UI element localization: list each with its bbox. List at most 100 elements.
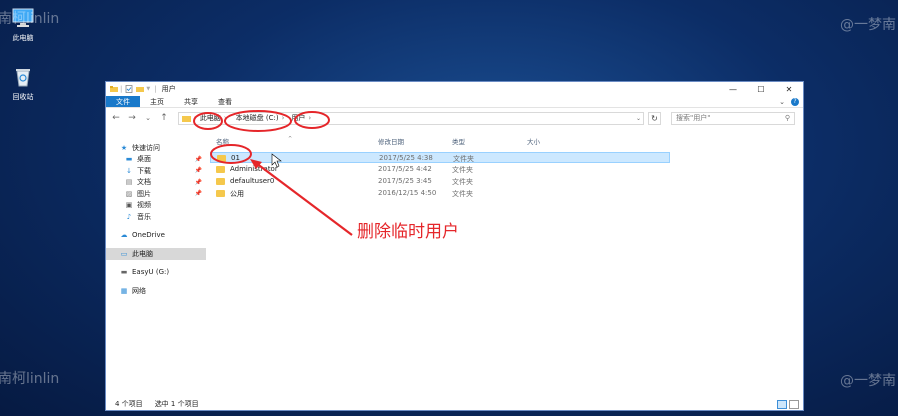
watermark: 南柯linlin <box>0 371 60 387</box>
file-date: 2017/5/25 3:45 <box>378 177 432 185</box>
file-type: 文件夹 <box>453 155 474 163</box>
computer-icon: ▭ <box>120 249 128 258</box>
breadcrumb-separator[interactable]: › <box>308 114 311 122</box>
pin-icon: 📌 <box>194 190 202 198</box>
navigation-bar: ← → ⌄ ↑ › 此电脑 › 本地磁盘 (C:) › 用户 › ⌄ ↻ 搜索"… <box>106 108 803 128</box>
file-list: ^ 名称 修改日期 类型 大小 01 2017/5/25 4:38 文件夹 Ad… <box>206 130 803 398</box>
watermark: @一梦南 <box>840 17 896 33</box>
recycle-bin-desktop-icon[interactable]: 回收站 <box>3 67 43 102</box>
annotation-text: 删除临时用户 <box>357 222 459 242</box>
ribbon-tabs: 文件 主页 共享 查看 ⌄ ? <box>106 96 803 108</box>
nav-onedrive[interactable]: ☁ OneDrive <box>106 230 206 242</box>
recent-locations-button[interactable]: ⌄ <box>142 114 154 122</box>
nav-pictures[interactable]: ▨ 图片 📌 <box>106 188 206 200</box>
help-icon[interactable]: ? <box>791 97 799 106</box>
nav-quick-access[interactable]: ★ 快速访问 <box>106 142 206 154</box>
folder-icon <box>216 166 225 173</box>
table-row[interactable]: Administrator 2017/5/25 4:42 文件夹 <box>210 164 670 175</box>
watermark: @一梦南 <box>840 373 896 389</box>
search-input[interactable]: 搜索"用户" ⚲ <box>671 111 795 125</box>
breadcrumb-separator[interactable]: › <box>282 114 285 122</box>
video-icon: ▣ <box>125 201 133 210</box>
folder-icon <box>217 155 226 162</box>
nav-item-label: 下载 <box>137 166 151 175</box>
breadcrumb-users[interactable]: 用户 <box>288 113 308 123</box>
desktop-icon-label: 此电脑 <box>12 34 34 42</box>
nav-documents[interactable]: ▤ 文档 📌 <box>106 177 206 189</box>
breadcrumb-local-disk-c[interactable]: 本地磁盘 (C:) <box>233 113 282 123</box>
refresh-button[interactable]: ↻ <box>648 111 661 125</box>
qat-separator: | <box>120 85 123 93</box>
column-header-type[interactable]: 类型 <box>452 136 465 146</box>
properties-icon[interactable] <box>125 85 133 93</box>
large-icons-view-button[interactable] <box>789 399 799 409</box>
table-row[interactable]: 公用 2016/12/15 4:50 文件夹 <box>210 188 670 199</box>
minimize-button[interactable]: — <box>719 82 747 96</box>
column-headers: ^ 名称 修改日期 类型 大小 <box>206 136 803 146</box>
watermark: 南柯linlin <box>0 11 60 27</box>
file-name: defaultuser0 <box>230 177 275 185</box>
qat-separator: | <box>154 85 157 93</box>
new-folder-icon[interactable] <box>136 85 145 93</box>
nav-videos[interactable]: ▣ 视频 <box>106 200 206 212</box>
column-header-name[interactable]: 名称 <box>216 136 229 146</box>
file-explorer-window: | ▼ | 用户 — ☐ ✕ 文件 主页 共享 查看 ⌄ ? ← → ⌄ ↑ ›… <box>105 81 804 411</box>
status-item-count: 4 个项目 <box>115 400 143 408</box>
pin-icon: 📌 <box>194 167 202 175</box>
breadcrumb-separator[interactable]: › <box>224 114 227 122</box>
nav-downloads[interactable]: ↓ 下载 📌 <box>106 165 206 177</box>
folder-icon <box>110 86 118 92</box>
cloud-icon: ☁ <box>120 231 128 240</box>
close-button[interactable]: ✕ <box>775 82 803 96</box>
qat-dropdown-icon[interactable]: ▼ <box>146 86 150 92</box>
tab-share[interactable]: 共享 <box>174 96 208 107</box>
tab-home[interactable]: 主页 <box>140 96 174 107</box>
tab-file[interactable]: 文件 <box>106 96 140 107</box>
file-date: 2017/5/25 4:38 <box>379 154 433 162</box>
tab-view[interactable]: 查看 <box>208 96 242 107</box>
network-icon: ▦ <box>120 286 128 295</box>
sort-caret-icon: ^ <box>288 136 293 142</box>
column-header-size[interactable]: 大小 <box>527 136 540 146</box>
nav-item-label: 快速访问 <box>132 143 160 152</box>
file-date: 2016/12/15 4:50 <box>378 189 437 197</box>
nav-item-label: 图片 <box>137 189 151 198</box>
folder-icon <box>216 190 225 197</box>
desktop-icon: ▬ <box>125 155 133 164</box>
details-view-button[interactable] <box>777 399 787 409</box>
download-icon: ↓ <box>126 166 132 175</box>
pin-icon: 📌 <box>194 178 202 186</box>
desktop-icon-label: 回收站 <box>12 93 34 101</box>
column-header-date[interactable]: 修改日期 <box>378 136 404 146</box>
ribbon-expand-icon[interactable]: ⌄ <box>779 98 785 106</box>
nav-item-label: 桌面 <box>137 155 151 164</box>
file-name: 01 <box>231 154 240 162</box>
address-dropdown-icon[interactable]: ⌄ <box>636 115 641 122</box>
table-row[interactable]: defaultuser0 2017/5/25 3:45 文件夹 <box>210 176 670 187</box>
music-icon: ♪ <box>126 212 132 221</box>
nav-item-label: 网络 <box>132 286 146 295</box>
pin-icon: 📌 <box>194 155 202 163</box>
document-icon: ▤ <box>125 178 133 187</box>
nav-music[interactable]: ♪ 音乐 <box>106 211 206 223</box>
back-button[interactable]: ← <box>110 113 122 123</box>
breadcrumb-this-pc[interactable]: 此电脑 <box>197 113 224 123</box>
up-button[interactable]: ↑ <box>158 113 170 123</box>
file-type: 文件夹 <box>452 190 473 198</box>
nav-desktop[interactable]: ▬ 桌面 📌 <box>106 154 206 166</box>
nav-easyu-drive[interactable]: ▬ EasyU (G:) <box>106 267 206 279</box>
recycle-bin-icon <box>16 69 30 87</box>
address-bar[interactable]: › 此电脑 › 本地磁盘 (C:) › 用户 › ⌄ <box>178 111 644 125</box>
maximize-button[interactable]: ☐ <box>747 82 775 96</box>
status-selected-count: 选中 1 个项目 <box>154 400 199 408</box>
title-bar: | ▼ | 用户 — ☐ ✕ <box>106 82 803 96</box>
search-icon: ⚲ <box>784 114 790 122</box>
table-row[interactable]: 01 2017/5/25 4:38 文件夹 <box>210 152 670 163</box>
nav-network[interactable]: ▦ 网络 <box>106 285 206 297</box>
status-bar: 4 个项目 选中 1 个项目 <box>106 398 803 410</box>
forward-button[interactable]: → <box>126 113 138 123</box>
nav-item-label: 文档 <box>137 178 151 187</box>
nav-this-pc[interactable]: ▭ 此电脑 <box>106 248 206 260</box>
star-icon: ★ <box>120 143 128 152</box>
file-type: 文件夹 <box>452 178 473 186</box>
